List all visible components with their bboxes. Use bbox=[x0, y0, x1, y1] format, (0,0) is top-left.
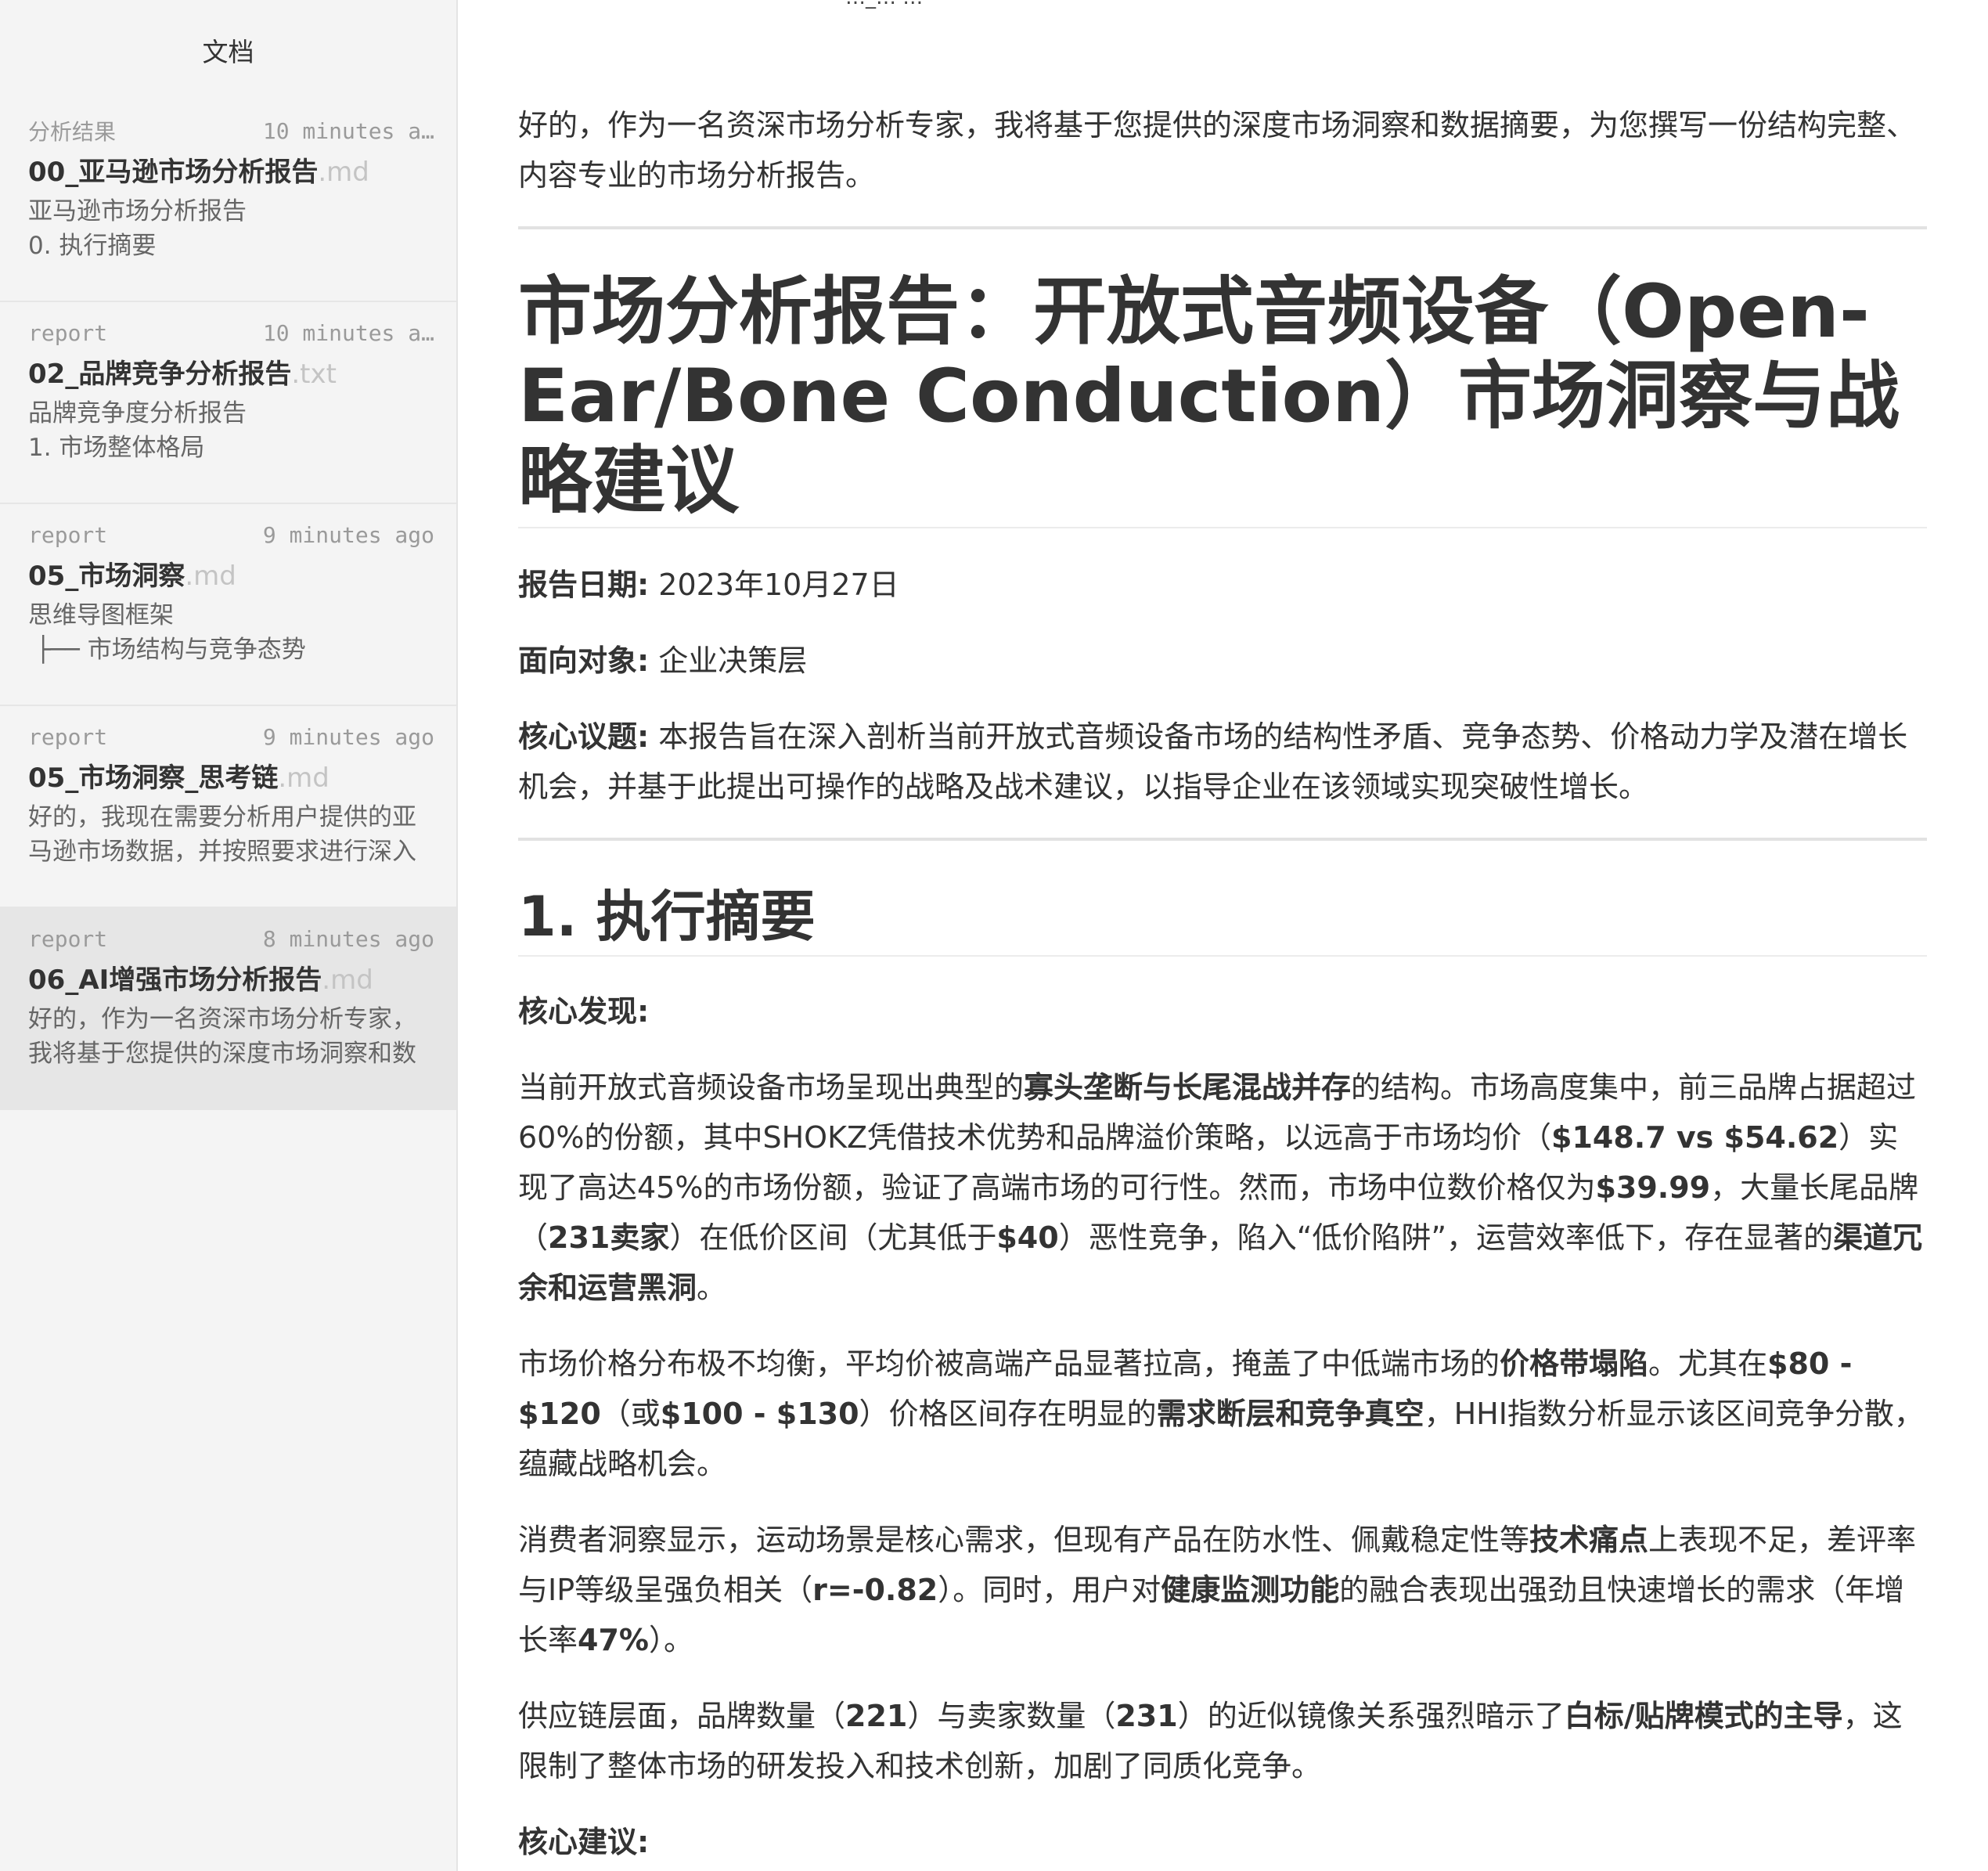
document-content: 好的，作为一名资深市场分析专家，我将基于您提供的深度市场洞察和数据摘要，为您撰写… bbox=[518, 100, 1927, 1871]
app-window: …_… … 文档 分析结果10 minutes a…00_亚马逊市场分析报告.m… bbox=[0, 0, 1988, 1871]
document-extension: .txt bbox=[291, 359, 337, 390]
emphasis-text: 需求断层和竞争真空 bbox=[1156, 1397, 1424, 1431]
document-meta: report 10 minutes a… bbox=[28, 307, 434, 352]
emphasis-text: $40 bbox=[996, 1220, 1059, 1255]
window-title: …_… … bbox=[845, 0, 923, 9]
document-name: 06_AI增强市场分析报告.md bbox=[28, 958, 434, 1002]
document-extension: .md bbox=[318, 157, 369, 188]
intro-paragraph: 好的，作为一名资深市场分析专家，我将基于您提供的深度市场洞察和数据摘要，为您撰写… bbox=[518, 108, 1917, 193]
document-folder: report bbox=[28, 319, 108, 346]
emphasis-text: r=-0.82 bbox=[812, 1573, 938, 1607]
document-preview: 好的，我现在需要分析用户提供的亚马逊市场数据，并按照要求进行深入 bbox=[28, 803, 416, 866]
document-timestamp: 9 minutes ago bbox=[262, 723, 434, 750]
paragraph-consumer-insight: 消费者洞察显示，运动场景是核心需求，但现有产品在防水性、佩戴稳定性等技术痛点上表… bbox=[518, 1515, 1927, 1665]
document-preview: 好的，作为一名资深市场分析专家，我将基于您提供的深度市场洞察和数 bbox=[28, 1005, 416, 1068]
body-text: 当前开放式音频设备市场呈现出典型的 bbox=[518, 1070, 1025, 1105]
divider bbox=[518, 838, 1927, 841]
meta-label: 报告日期: bbox=[518, 568, 650, 602]
emphasis-text: 231卖家 bbox=[548, 1220, 670, 1255]
document-extension: .md bbox=[185, 561, 236, 592]
findings-label: 核心发现: bbox=[518, 986, 1927, 1036]
body-text: 。 bbox=[697, 1271, 727, 1305]
body-text: ）在低价区间（尤其低于 bbox=[669, 1220, 997, 1255]
emphasis-text: $148.7 vs $54.62 bbox=[1551, 1120, 1839, 1155]
divider bbox=[518, 226, 1927, 229]
document-preview: 亚马逊市场分析报告 0. 执行摘要 bbox=[28, 197, 247, 260]
section-heading-executive-summary: 1. 执行摘要 bbox=[518, 881, 1927, 957]
sidebar-title: 文档 bbox=[202, 37, 254, 67]
emphasis-text: $39.99 bbox=[1595, 1170, 1711, 1205]
meta-label: 面向对象: bbox=[518, 643, 650, 678]
emphasis-text: 价格带塌陷 bbox=[1500, 1346, 1649, 1381]
paragraph-supply-chain: 供应链层面，品牌数量（221）与卖家数量（231）的近似镜像关系强烈暗示了白标/… bbox=[518, 1691, 1927, 1791]
emphasis-text: 白标/贴牌模式的主导 bbox=[1564, 1699, 1843, 1733]
document-timestamp: 9 minutes ago bbox=[262, 521, 434, 548]
document-extension: .md bbox=[278, 762, 330, 794]
body-text: 。尤其在 bbox=[1648, 1346, 1768, 1381]
meta-value: 企业决策层 bbox=[649, 643, 808, 678]
body-text: ）。 bbox=[648, 1623, 693, 1657]
document-list-item[interactable]: report 9 minutes ago 05_市场洞察.md 思维导图框架 ├── … bbox=[0, 504, 456, 706]
document-sidebar: 文档 分析结果 10 minutes a… 00_亚马逊市场分析报告.md 亚马逊市场… bbox=[0, 0, 458, 1871]
document-meta: 分析结果 10 minutes a… bbox=[28, 105, 434, 150]
meta-label: 核心议题: bbox=[518, 719, 650, 754]
emphasis-text: 231 bbox=[1115, 1699, 1178, 1733]
document-name-text: 06_AI增强市场分析报告 bbox=[28, 964, 322, 996]
findings-label-text: 核心发现: bbox=[518, 994, 650, 1029]
emphasis-text: 健康监测功能 bbox=[1161, 1573, 1340, 1607]
document-preview: 品牌竞争度分析报告 1. 市场整体格局 bbox=[28, 399, 247, 462]
meta-core-topic: 核心议题: 本报告旨在深入剖析当前开放式音频设备市场的结构性矛盾、竞争态势、价格… bbox=[518, 712, 1927, 812]
document-meta: report 9 minutes ago bbox=[28, 711, 434, 756]
body-text: ）恶性竞争，陷入“低价陷阱”，运营效率低下，存在显著的 bbox=[1058, 1220, 1834, 1255]
document-meta: report 8 minutes ago bbox=[28, 913, 434, 958]
document-timestamp: 10 minutes a… bbox=[262, 117, 434, 144]
document-name: 00_亚马逊市场分析报告.md bbox=[28, 150, 434, 194]
document-name-text: 05_市场洞察_思考链 bbox=[28, 762, 279, 794]
document-name: 02_品牌竞争分析报告.txt bbox=[28, 352, 434, 396]
document-preview: 思维导图框架 ├── 市场结构与竞争态势 bbox=[28, 601, 306, 664]
document-timestamp: 8 minutes ago bbox=[262, 925, 434, 952]
body-text: （或 bbox=[600, 1397, 661, 1431]
document-list-item[interactable]: report 10 minutes a… 02_品牌竞争分析报告.txt 品牌竞争度分… bbox=[0, 302, 456, 504]
document-meta: report 9 minutes ago bbox=[28, 509, 434, 554]
document-extension: .md bbox=[322, 964, 373, 996]
emphasis-text: 47% bbox=[578, 1623, 649, 1657]
document-list-item[interactable]: report 8 minutes ago 06_AI增强市场分析报告.md 好的，作为… bbox=[0, 908, 456, 1110]
body-text: ）与卖家数量（ bbox=[907, 1699, 1116, 1733]
document-timestamp: 10 minutes a… bbox=[262, 319, 434, 346]
document-list: 分析结果 10 minutes a… 00_亚马逊市场分析报告.md 亚马逊市场分析报… bbox=[0, 100, 456, 1110]
document-name-text: 02_品牌竞争分析报告 bbox=[28, 359, 292, 390]
body-text: 消费者洞察显示，运动场景是核心需求，但现有产品在防水性、佩戴稳定性等 bbox=[518, 1523, 1530, 1557]
emphasis-text: $100 - $130 bbox=[660, 1397, 859, 1431]
recommendations-label-text: 核心建议: bbox=[518, 1825, 650, 1859]
body-text: ）的近似镜像关系强烈暗示了 bbox=[1177, 1699, 1565, 1733]
report-title: 市场分析报告：开放式音频设备（Open-Ear/Bone Conduction）… bbox=[518, 270, 1927, 528]
paragraph-price-distribution: 市场价格分布极不均衡，平均价被高端产品显著拉高，掩盖了中低端市场的价格带塌陷。尤… bbox=[518, 1339, 1927, 1489]
document-folder: report bbox=[28, 723, 108, 750]
emphasis-text: 寡头垄断与长尾混战并存 bbox=[1024, 1070, 1352, 1105]
document-folder: report bbox=[28, 925, 108, 952]
document-name: 05_市场洞察.md bbox=[28, 554, 434, 598]
body-text: ）。同时，用户对 bbox=[938, 1573, 1161, 1607]
document-list-item[interactable]: 分析结果 10 minutes a… 00_亚马逊市场分析报告.md 亚马逊市场分析报… bbox=[0, 100, 456, 302]
document-folder: report bbox=[28, 521, 108, 548]
meta-value: 本报告旨在深入剖析当前开放式音频设备市场的结构性矛盾、竞争态势、价格动力学及潜在… bbox=[518, 719, 1908, 804]
emphasis-text: 技术痛点 bbox=[1529, 1523, 1649, 1557]
body-text: 市场价格分布极不均衡，平均价被高端产品显著拉高，掩盖了中低端市场的 bbox=[518, 1346, 1500, 1381]
meta-value: 2023年10月27日 bbox=[649, 568, 899, 602]
document-name-text: 05_市场洞察 bbox=[28, 561, 185, 592]
paragraph-market-structure: 当前开放式音频设备市场呈现出典型的寡头垄断与长尾混战并存的结构。市场高度集中，前… bbox=[518, 1062, 1927, 1313]
document-name-text: 00_亚马逊市场分析报告 bbox=[28, 157, 319, 188]
meta-report-date: 报告日期: 2023年10月27日 bbox=[518, 560, 1927, 610]
recommendations-label: 核心建议: bbox=[518, 1817, 1927, 1867]
body-text: 供应链层面，品牌数量（ bbox=[518, 1699, 846, 1733]
emphasis-text: 221 bbox=[845, 1699, 908, 1733]
document-folder: 分析结果 bbox=[28, 119, 117, 145]
meta-audience: 面向对象: 企业决策层 bbox=[518, 636, 1927, 686]
document-name: 05_市场洞察_思考链.md bbox=[28, 756, 434, 800]
document-list-item[interactable]: report 9 minutes ago 05_市场洞察_思考链.md 好的，我现在需… bbox=[0, 706, 456, 908]
body-text: ）价格区间存在明显的 bbox=[859, 1397, 1157, 1431]
